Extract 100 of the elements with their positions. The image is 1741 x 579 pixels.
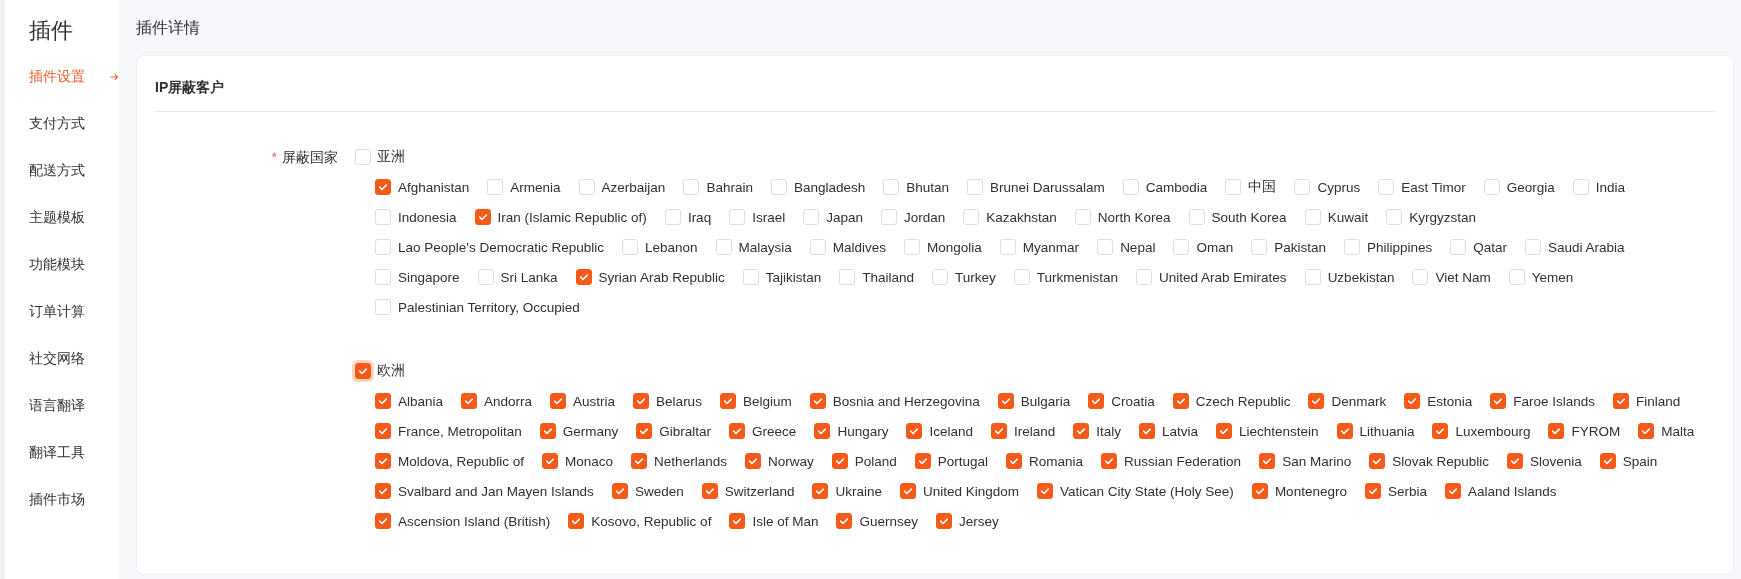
checkbox[interactable] (375, 393, 391, 409)
sidebar-item[interactable]: 翻译工具 (29, 429, 119, 476)
checkbox-label: Spain (1622, 453, 1658, 469)
checkbox[interactable] (1613, 393, 1629, 409)
checkbox-label: Lebanon (644, 239, 698, 255)
checkbox[interactable] (831, 453, 848, 469)
checkbox[interactable] (1507, 453, 1523, 469)
checkbox-label: Albania (398, 393, 444, 409)
checkbox[interactable] (1251, 483, 1268, 499)
checkbox[interactable] (1073, 423, 1090, 439)
checkbox[interactable] (990, 423, 1007, 439)
checkbox[interactable] (1037, 483, 1054, 499)
sidebar-item[interactable]: 插件市场 (29, 476, 119, 523)
checkbox-label: Guernsey (859, 513, 918, 529)
checkbox[interactable] (1369, 453, 1386, 469)
checkbox-label: Yemen (1531, 269, 1574, 285)
checkbox-label: San Marino (1282, 453, 1352, 469)
checkbox[interactable] (375, 453, 391, 469)
checkbox[interactable] (375, 179, 391, 195)
checkbox-label: Kyrgyzstan (1409, 209, 1476, 225)
checkbox[interactable] (1172, 393, 1189, 409)
checkbox[interactable] (729, 423, 746, 439)
checkbox-label: Ireland (1013, 423, 1056, 439)
checkbox[interactable] (1101, 453, 1118, 469)
checkbox[interactable] (1308, 393, 1325, 409)
checkbox-label: Estonia (1427, 393, 1473, 409)
sidebar-item[interactable]: 配送方式 (29, 147, 119, 194)
checkbox[interactable] (631, 453, 648, 469)
sidebar-item[interactable]: 主题模板 (29, 194, 119, 241)
checkbox[interactable] (611, 483, 628, 499)
checkbox-label: Luxembourg (1455, 423, 1531, 439)
checkbox[interactable] (1404, 393, 1421, 409)
checkbox[interactable] (375, 423, 391, 439)
checkbox[interactable] (1599, 453, 1616, 469)
checkbox-label: Belgium (742, 393, 792, 409)
checkbox-label: Mongolia (927, 239, 982, 255)
checkbox[interactable] (375, 513, 391, 529)
sidebar-item[interactable]: 支付方式 (29, 100, 119, 147)
checkbox[interactable] (812, 483, 829, 499)
checkbox[interactable] (1490, 393, 1507, 409)
sidebar-item[interactable]: 插件设置 (29, 53, 119, 100)
checkbox-label: Serbia (1387, 483, 1427, 499)
checkbox[interactable] (1638, 423, 1655, 439)
checkbox[interactable] (474, 209, 491, 225)
checkbox-label: Romania (1029, 453, 1084, 469)
checkbox[interactable] (814, 423, 831, 439)
checkbox[interactable] (1006, 453, 1022, 469)
checkbox[interactable] (568, 513, 585, 529)
checkbox[interactable] (1548, 423, 1565, 439)
checkbox[interactable] (539, 423, 556, 439)
checkbox-label: Thailand (862, 269, 914, 285)
checkbox[interactable] (1259, 453, 1276, 469)
sidebar-item[interactable]: 社交网络 (29, 335, 119, 382)
checkbox[interactable] (633, 393, 650, 409)
checkbox[interactable] (1364, 483, 1381, 499)
checkbox-label: Viet Nam (1435, 269, 1491, 285)
checkbox[interactable] (997, 393, 1014, 409)
checkbox[interactable] (636, 423, 653, 439)
checkbox-label: Lithuania (1359, 423, 1415, 439)
sidebar-item[interactable]: 订单计算 (29, 288, 119, 335)
checkbox[interactable] (900, 483, 916, 499)
checkbox[interactable] (1139, 423, 1155, 439)
sidebar-item[interactable]: 功能模块 (29, 241, 119, 288)
checkbox-label: Italy (1096, 423, 1121, 439)
checkbox-label: Hungary (837, 423, 889, 439)
checkbox-label: Ascension Island (British) (398, 513, 551, 529)
checkbox[interactable] (906, 423, 923, 439)
checkbox[interactable] (1432, 423, 1449, 439)
checkbox-label: Germany (562, 423, 619, 439)
checkbox[interactable] (550, 393, 567, 409)
checkbox[interactable] (461, 393, 478, 409)
checkbox-label: Jersey (958, 513, 999, 529)
checkbox-label: Israel (752, 209, 786, 225)
checkbox-label: Kazakhstan (986, 209, 1057, 225)
checkbox[interactable] (935, 513, 952, 529)
checkbox[interactable] (1336, 423, 1353, 439)
sidebar-item[interactable]: 语言翻译 (29, 382, 119, 429)
checkbox-label: Bangladesh (793, 179, 866, 195)
checkbox-label: Brunei Darussalam (990, 179, 1105, 195)
checkbox[interactable] (836, 513, 853, 529)
checkbox[interactable] (914, 453, 931, 469)
checkbox-label: FYROM (1571, 423, 1621, 439)
checkbox-label: Norway (767, 453, 814, 469)
checkbox[interactable] (809, 393, 826, 409)
checkbox-label: Indonesia (398, 209, 457, 225)
checkbox[interactable] (1216, 423, 1233, 439)
checkbox[interactable] (744, 453, 761, 469)
arrow-right-icon (110, 72, 119, 81)
checkbox[interactable] (729, 513, 746, 529)
checkbox[interactable] (355, 363, 371, 379)
checkbox[interactable] (701, 483, 718, 499)
checkbox-label: Kosovo, Republic of (591, 513, 712, 529)
checkbox[interactable] (1088, 393, 1105, 409)
checkbox[interactable] (542, 453, 559, 469)
checkbox-label: Latvia (1162, 423, 1199, 439)
checkbox[interactable] (575, 269, 592, 285)
checkbox[interactable] (1444, 483, 1461, 499)
checkbox-label: Slovenia (1530, 453, 1582, 469)
checkbox[interactable] (719, 393, 736, 409)
checkbox[interactable] (375, 483, 391, 499)
